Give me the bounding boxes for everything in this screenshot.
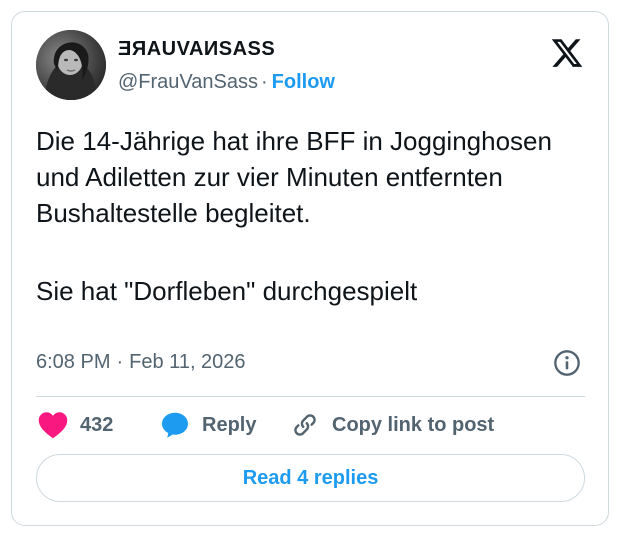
page: ƎЯAUVAИSASS @FrauVanSass · Follow Die 14-J… — [0, 0, 620, 538]
timestamp-separator: · — [116, 351, 124, 373]
read-replies-button[interactable]: Read 4 replies — [36, 454, 585, 502]
author-handle[interactable]: @FrauVanSass — [118, 71, 258, 93]
avatar[interactable] — [36, 30, 106, 100]
info-icon[interactable] — [553, 349, 581, 377]
link-icon — [294, 414, 316, 436]
x-logo-icon[interactable] — [549, 36, 585, 70]
tweet-paragraph: Die 14-Jährige hat ihre BFF in Joggingho… — [36, 126, 552, 228]
author-handle-row: @FrauVanSass · Follow — [118, 70, 335, 94]
tweet-text: Die 14-Jährige hat ihre BFF in Joggingho… — [36, 123, 576, 309]
divider — [36, 396, 585, 397]
handle-separator: · — [261, 71, 268, 93]
speech-bubble-icon — [162, 412, 188, 438]
copy-link-button[interactable]: Copy link to post — [290, 408, 494, 442]
tweet-date: Feb 11, 2026 — [129, 351, 246, 373]
tweet-time: 6:08 PM — [36, 351, 111, 373]
heart-icon — [38, 412, 68, 439]
action-bar: 432 Reply Copy link to post — [36, 408, 586, 442]
tweet-paragraph: Sie hat "Dorfleben" durchgespielt — [36, 276, 418, 306]
like-button[interactable]: 432 — [38, 408, 113, 442]
tweet-timestamp[interactable]: 6:08 PM · Feb 11, 2026 — [36, 349, 246, 375]
like-count: 432 — [80, 413, 114, 436]
copy-link-label: Copy link to post — [332, 413, 495, 436]
author-display-name[interactable]: ƎЯAUVAИSASS — [118, 37, 275, 61]
follow-button[interactable]: Follow — [272, 71, 335, 93]
reply-label: Reply — [202, 413, 257, 436]
tweet-card[interactable]: ƎЯAUVAИSASS @FrauVanSass · Follow Die 14-J… — [11, 11, 609, 526]
reply-button[interactable]: Reply — [160, 408, 256, 442]
avatar-image — [36, 30, 106, 100]
